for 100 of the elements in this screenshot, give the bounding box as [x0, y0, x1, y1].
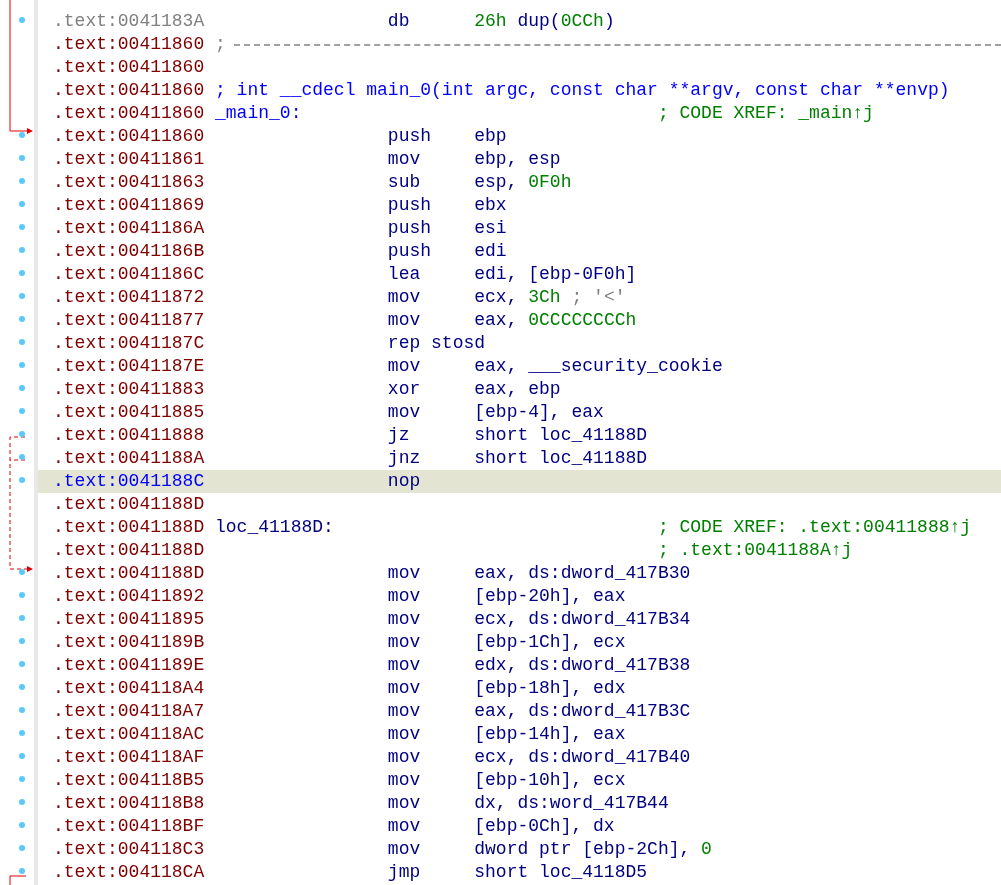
- mnemonic: mov: [387, 838, 422, 861]
- mnemonic: mov: [387, 792, 422, 815]
- address: .text:00411860: [53, 125, 206, 148]
- mnemonic: mov: [387, 355, 422, 378]
- address: .text:00411885: [53, 401, 206, 424]
- mnemonic: mov: [387, 654, 422, 677]
- xref-comment: ; .text:0041188A↑j: [657, 539, 853, 562]
- mnemonic: mov: [387, 309, 422, 332]
- xref-comment: ; CODE XREF: .text:00411888↑j: [657, 516, 972, 539]
- address: .text:00411877: [53, 309, 206, 332]
- mnemonic: mov: [387, 815, 422, 838]
- mnemonic: jz: [387, 424, 411, 447]
- operands: [ebp-18h], edx: [474, 677, 626, 700]
- address: .text:00411895: [53, 608, 206, 631]
- address: .text:0041188D: [53, 516, 206, 539]
- address: .text:0041189B: [53, 631, 206, 654]
- operands: dword ptr [ebp-2Ch], 0: [474, 838, 712, 861]
- operands: [ebp-4], eax: [474, 401, 604, 424]
- mnemonic: mov: [387, 677, 422, 700]
- operands: ecx, ds:dword_417B40: [474, 746, 691, 769]
- operands: [ebp-0Ch], dx: [474, 815, 615, 838]
- address: .text:0041183A: [53, 10, 206, 33]
- address: .text:0041186B: [53, 240, 206, 263]
- operands: edi: [474, 240, 507, 263]
- address: .text:0041188C: [53, 470, 206, 493]
- address: .text:0041187C: [53, 332, 206, 355]
- address: .text:00411860: [53, 102, 206, 125]
- address: .text:0041186C: [53, 263, 206, 286]
- mnemonic: db: [387, 10, 411, 33]
- address: .text:004118A4: [53, 677, 206, 700]
- mnemonic: mov: [387, 286, 422, 309]
- mnemonic: mov: [387, 769, 422, 792]
- address: .text:00411872: [53, 286, 206, 309]
- address: .text:00411863: [53, 171, 206, 194]
- mnemonic: push: [387, 217, 433, 240]
- operands: short loc_4118D5: [474, 861, 648, 884]
- operands: esp, 0F0h: [474, 171, 572, 194]
- code-label: loc_41188D:: [215, 516, 335, 539]
- code-label: _main_0:: [215, 102, 303, 125]
- address: .text:004118AC: [53, 723, 206, 746]
- mnemonic: push: [387, 125, 433, 148]
- address: .text:00411888: [53, 424, 206, 447]
- mnemonic: mov: [387, 585, 422, 608]
- mnemonic: mov: [387, 148, 422, 171]
- operands: [ebp-20h], eax: [474, 585, 626, 608]
- operands: 26h dup(0CCh): [474, 10, 615, 33]
- address: .text:0041188A: [53, 447, 206, 470]
- operands: dx, ds:word_417B44: [474, 792, 669, 815]
- operands: edx, ds:dword_417B38: [474, 654, 691, 677]
- mnemonic: sub: [387, 171, 422, 194]
- mnemonic: mov: [387, 562, 422, 585]
- operands: eax, ds:dword_417B3C: [474, 700, 691, 723]
- address: .text:00411860: [53, 56, 206, 79]
- operands: short loc_41188D: [474, 447, 648, 470]
- address: .text:0041186A: [53, 217, 206, 240]
- mnemonic: mov: [387, 700, 422, 723]
- mnemonic: mov: [387, 631, 422, 654]
- operands: esi: [474, 217, 507, 240]
- address: .text:0041187E: [53, 355, 206, 378]
- mnemonic: mov: [387, 608, 422, 631]
- operands: short loc_41188D: [474, 424, 648, 447]
- address: .text:004118BF: [53, 815, 206, 838]
- address: .text:00411860: [53, 79, 206, 102]
- address: .text:0041189E: [53, 654, 206, 677]
- address: .text:004118C3: [53, 838, 206, 861]
- operands: ebp: [474, 125, 507, 148]
- address: .text:004118B8: [53, 792, 206, 815]
- mnemonic: jmp: [387, 861, 422, 884]
- operands: [ebp-10h], ecx: [474, 769, 626, 792]
- operands: edi, [ebp-0F0h]: [474, 263, 637, 286]
- address: .text:0041188D: [53, 493, 206, 516]
- address: .text:00411883: [53, 378, 206, 401]
- mnemonic: jnz: [387, 447, 422, 470]
- operands: eax, ds:dword_417B30: [474, 562, 691, 585]
- address: .text:0041188D: [53, 539, 206, 562]
- mnemonic: nop: [387, 470, 421, 493]
- address: .text:0041188D: [53, 562, 206, 585]
- mnemonic: mov: [387, 746, 422, 769]
- mnemonic: mov: [387, 401, 422, 424]
- mnemonic: xor: [387, 378, 422, 401]
- operands: eax, 0CCCCCCCCh: [474, 309, 637, 332]
- address: .text:004118CA: [53, 861, 206, 884]
- address: .text:004118B5: [53, 769, 206, 792]
- comment-text: ;: [215, 33, 226, 56]
- operands: [ebp-14h], eax: [474, 723, 626, 746]
- address: .text:00411861: [53, 148, 206, 171]
- mnemonic: rep stosd: [387, 332, 486, 355]
- operands: eax, ___security_cookie: [474, 355, 723, 378]
- operands: ecx, 3Ch ; '<': [474, 286, 626, 309]
- operands: ecx, ds:dword_417B34: [474, 608, 691, 631]
- operands: eax, ebp: [474, 378, 561, 401]
- operands: ebx: [474, 194, 507, 217]
- operands: [ebp-1Ch], ecx: [474, 631, 626, 654]
- function-prototype: ; int __cdecl main_0(int argc, const char **argv, const char **envp): [215, 79, 950, 102]
- mnemonic: push: [387, 194, 433, 217]
- mnemonic: mov: [387, 723, 422, 746]
- mnemonic: lea: [387, 263, 422, 286]
- address: .text:00411892: [53, 585, 206, 608]
- xref-comment: ; CODE XREF: _main↑j: [657, 102, 874, 125]
- operands: ebp, esp: [474, 148, 561, 171]
